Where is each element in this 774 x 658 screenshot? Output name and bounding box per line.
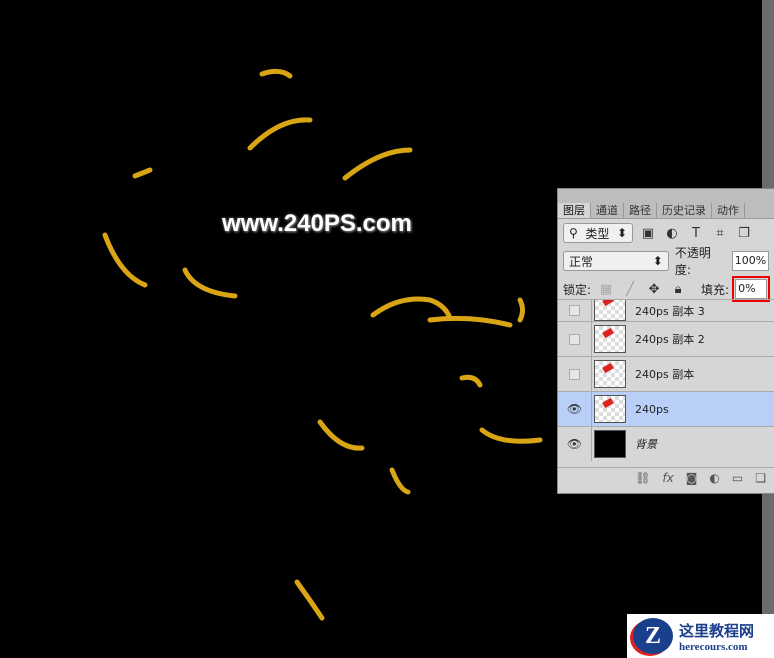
layer-thumbnail: [594, 300, 626, 321]
folder-icon[interactable]: ▭: [732, 471, 743, 485]
logo-title: 这里教程网: [679, 621, 755, 640]
scrollbar-strip: [762, 0, 774, 188]
shape-filter-icon[interactable]: ⌗: [711, 226, 729, 241]
mask-icon[interactable]: ◙: [686, 471, 698, 485]
panel-tabs: 图层 通道 路径 历史记录 动作: [558, 189, 774, 219]
layers-panel: 图层 通道 路径 历史记录 动作 ⚲ 类型 ⬍ ▣ ◐ T ⌗ ❐ 正常 ⬍ 不透明…: [557, 188, 774, 494]
layer-row-selected[interactable]: 👁︎ 240ps: [558, 391, 774, 426]
fill-label: 填充:: [701, 282, 730, 297]
visibility-toggle[interactable]: [569, 333, 580, 345]
blend-mode-select[interactable]: 正常 ⬍: [563, 251, 669, 271]
layers-list: 240ps 副本 3 240ps 副本 2 240ps 副本 👁︎ 240ps …: [558, 299, 774, 461]
new-layer-icon[interactable]: ❏: [755, 471, 766, 485]
layer-row[interactable]: 240ps 副本 2: [558, 321, 774, 356]
tab-channels[interactable]: 通道: [591, 203, 624, 218]
eye-icon[interactable]: 👁︎: [567, 402, 582, 416]
filter-type-select[interactable]: ⚲ 类型 ⬍: [563, 223, 633, 243]
layer-row[interactable]: 240ps 副本 3: [558, 299, 774, 321]
layer-thumbnail: [594, 325, 626, 353]
lock-all-icon[interactable]: 🔒︎: [669, 282, 687, 297]
adjustment-filter-icon[interactable]: ◐: [663, 226, 681, 241]
panel-footer: ⛓ fx ◙ ◐ ▭ ❏: [558, 467, 774, 487]
opacity-input[interactable]: 100%: [731, 251, 769, 271]
layer-row[interactable]: 240ps 副本: [558, 356, 774, 391]
layer-thumbnail: [594, 430, 626, 458]
adjustment-layer-icon[interactable]: ◐: [709, 471, 719, 485]
lock-transparent-icon[interactable]: ▦: [597, 282, 615, 297]
tab-history[interactable]: 历史记录: [657, 203, 712, 218]
logo-url: herecours.com: [679, 640, 748, 653]
smart-object-filter-icon[interactable]: ❐: [735, 226, 753, 241]
opacity-label: 不透明度:: [674, 246, 711, 277]
watermark-text: www.240PS.com: [222, 210, 412, 237]
link-icon[interactable]: ⛓: [635, 471, 650, 485]
updown-icon: ⬍: [652, 254, 663, 268]
lock-label: 锁定:: [563, 282, 592, 297]
logo-mark: Z: [633, 618, 673, 654]
search-icon: ⚲: [569, 226, 578, 240]
scrollbar-strip: [762, 494, 774, 614]
tab-actions[interactable]: 动作: [712, 203, 745, 218]
fx-icon[interactable]: fx: [662, 471, 673, 485]
site-logo: Z 这里教程网 herecours.com: [627, 614, 774, 658]
visibility-toggle[interactable]: [569, 305, 580, 316]
lock-paint-brush-icon[interactable]: ╱: [621, 282, 639, 297]
eye-icon[interactable]: 👁︎: [567, 437, 582, 451]
type-filter-icon[interactable]: T: [687, 226, 705, 241]
layer-thumbnail: [594, 360, 626, 388]
visibility-toggle[interactable]: [569, 368, 580, 380]
layer-row[interactable]: 👁︎ 背景: [558, 426, 774, 461]
tab-paths[interactable]: 路径: [624, 203, 657, 218]
updown-icon: ⬍: [616, 226, 627, 240]
lock-move-icon[interactable]: ✥: [645, 282, 663, 297]
fill-input[interactable]: 0%: [732, 276, 771, 302]
image-filter-icon[interactable]: ▣: [639, 226, 657, 241]
layer-thumbnail: [594, 395, 626, 423]
tab-layers[interactable]: 图层: [558, 203, 591, 218]
